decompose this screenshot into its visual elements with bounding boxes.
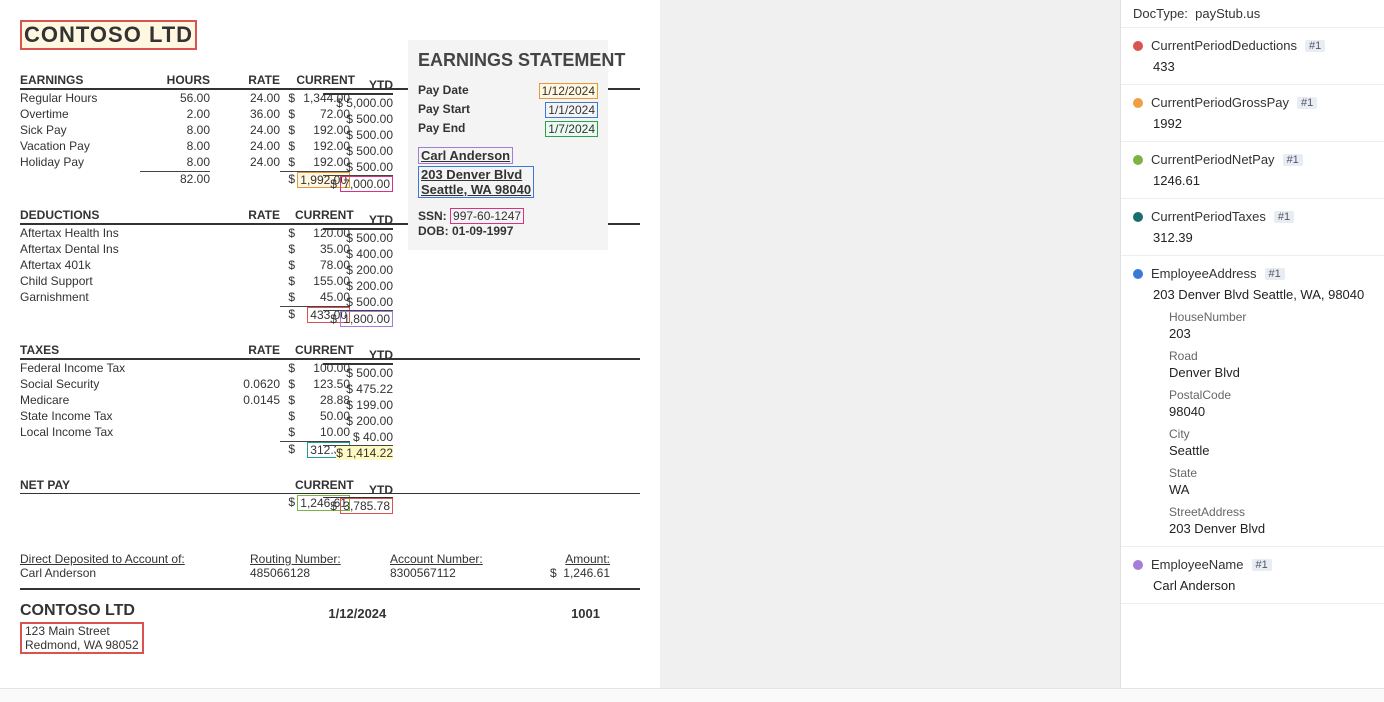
field-block[interactable]: EmployeeAddress #1 203 Denver Blvd Seattle…	[1121, 256, 1384, 547]
deductions-ytd: 1,800.00	[340, 311, 393, 327]
field-block[interactable]: EmployeeName #1 Carl Anderson	[1121, 547, 1384, 604]
field-block[interactable]: CurrentPeriodTaxes #1 312.39	[1121, 199, 1384, 256]
field-color-dot	[1133, 212, 1143, 222]
statement-title: EARNINGS STATEMENT	[418, 50, 598, 71]
field-block[interactable]: CurrentPeriodNetPay #1 1246.61	[1121, 142, 1384, 199]
field-color-dot	[1133, 41, 1143, 51]
field-name: CurrentPeriodGrossPay	[1151, 95, 1289, 110]
deposit-section: Direct Deposited to Account of: Routing …	[20, 552, 640, 580]
field-name: CurrentPeriodTaxes	[1151, 209, 1266, 224]
subfield: HouseNumber203	[1169, 310, 1372, 341]
pay-end: 1/7/2024	[545, 121, 598, 137]
taxes-ytd: 1,414.22	[346, 446, 393, 460]
canvas-background[interactable]	[660, 0, 1120, 688]
dob: DOB: 01-09-1997	[418, 224, 598, 238]
footer: CONTOSO LTD 123 Main Street Redmond, WA …	[20, 602, 640, 654]
field-color-dot	[1133, 269, 1143, 279]
subfield: CitySeattle	[1169, 427, 1372, 458]
subfield: PostalCode98040	[1169, 388, 1372, 419]
field-value: 1246.61	[1153, 173, 1372, 188]
field-badge[interactable]: #1	[1265, 268, 1285, 280]
field-value: 433	[1153, 59, 1372, 74]
employee-name-box: Carl Anderson	[418, 147, 513, 164]
extraction-panel[interactable]: DocType: payStub.us CurrentPeriodDeducti…	[1120, 0, 1384, 688]
field-badge[interactable]: #1	[1283, 154, 1303, 166]
field-block[interactable]: CurrentPeriodDeductions #1 433	[1121, 28, 1384, 85]
footer-date: 1/12/2024	[328, 606, 386, 621]
field-block[interactable]: CurrentPeriodGrossPay #1 1992	[1121, 85, 1384, 142]
subfield: RoadDenver Blvd	[1169, 349, 1372, 380]
field-value: 1992	[1153, 116, 1372, 131]
subfield: StreetAddress203 Denver Blvd	[1169, 505, 1372, 536]
field-color-dot	[1133, 98, 1143, 108]
employee-address-box: 203 Denver Blvd Seattle, WA 98040	[418, 166, 534, 198]
field-name: CurrentPeriodNetPay	[1151, 152, 1275, 167]
statement-box: EARNINGS STATEMENT Pay Date1/12/2024 Pay…	[408, 40, 608, 250]
main-content: CONTOSO LTD EARNINGS HOURS RATE CURRENT …	[0, 0, 1120, 688]
footer-company: CONTOSO LTD	[20, 602, 144, 620]
field-value: 312.39	[1153, 230, 1372, 245]
field-badge[interactable]: #1	[1252, 559, 1272, 571]
pay-start: 1/1/2024	[545, 102, 598, 118]
footer-check-number: 1001	[571, 606, 600, 621]
netpay-ytd: 3,785.78	[340, 498, 393, 514]
field-badge[interactable]: #1	[1305, 40, 1325, 52]
field-color-dot	[1133, 155, 1143, 165]
doctype-row: DocType: payStub.us	[1121, 0, 1384, 28]
field-color-dot	[1133, 560, 1143, 570]
company-title: CONTOSO LTD	[20, 20, 197, 50]
document-preview[interactable]: CONTOSO LTD EARNINGS HOURS RATE CURRENT …	[0, 0, 660, 688]
subfield: StateWA	[1169, 466, 1372, 497]
gross-pay-ytd: 7,000.00	[340, 176, 393, 192]
field-badge[interactable]: #1	[1297, 97, 1317, 109]
field-name: EmployeeAddress	[1151, 266, 1257, 281]
pay-date: 1/12/2024	[539, 83, 598, 99]
field-name: EmployeeName	[1151, 557, 1244, 572]
field-value: Carl Anderson	[1153, 578, 1372, 593]
field-name: CurrentPeriodDeductions	[1151, 38, 1297, 53]
field-value: 203 Denver Blvd Seattle, WA, 98040	[1153, 287, 1372, 302]
ssn: 997-60-1247	[450, 208, 524, 224]
field-badge[interactable]: #1	[1274, 211, 1294, 223]
employer-address: 123 Main Street Redmond, WA 98052	[20, 622, 144, 654]
bottom-toolbar[interactable]	[0, 688, 1384, 702]
